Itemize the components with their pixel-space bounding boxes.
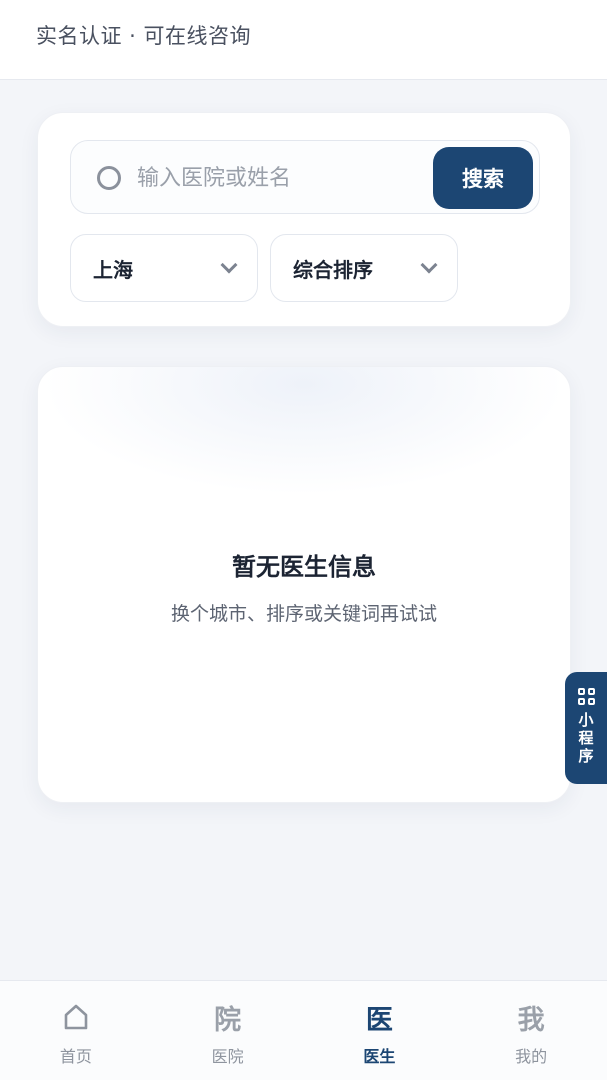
header-subtitle: 实名认证 · 可在线咨询 <box>36 24 252 48</box>
empty-state-title: 暂无医生信息 <box>232 553 376 581</box>
search-box[interactable]: 搜索 <box>70 140 540 214</box>
sort-select-value: 综合排序 <box>293 257 373 282</box>
mine-glyph-icon: 我 <box>517 1004 545 1036</box>
tab-hospital-label: 医院 <box>211 1047 244 1066</box>
doctor-list-empty-state: 暂无医生信息 换个城市、排序或关键词再试试 <box>37 366 571 803</box>
tab-hospital[interactable]: 院 医院 <box>152 981 304 1080</box>
chevron-down-icon <box>420 256 438 274</box>
tab-mine-label: 我的 <box>515 1047 548 1066</box>
empty-state-description: 换个城市、排序或关键词再试试 <box>170 603 437 625</box>
sort-select[interactable]: 综合排序 <box>270 234 458 302</box>
tab-doctor[interactable]: 医 医生 <box>304 981 456 1080</box>
tab-doctor-label: 医生 <box>363 1047 396 1066</box>
chevron-down-icon <box>220 256 238 274</box>
search-icon <box>97 166 121 190</box>
mini-program-label: 小程序 <box>578 711 594 765</box>
tab-mine[interactable]: 我 我的 <box>455 981 607 1080</box>
search-input[interactable] <box>137 151 427 205</box>
tab-home-label: 首页 <box>59 1047 92 1066</box>
home-icon <box>63 999 89 1035</box>
tab-home[interactable]: 首页 <box>0 981 152 1080</box>
qr-grid-icon <box>577 688 595 705</box>
app-header: 实名认证 · 可在线咨询 <box>0 0 607 80</box>
search-button[interactable]: 搜索 <box>433 147 533 209</box>
search-card: 搜索 上海 综合排序 <box>37 112 571 327</box>
mini-program-button[interactable]: 小程序 <box>565 672 607 784</box>
doctor-glyph-icon: 医 <box>365 1004 393 1036</box>
city-select-value: 上海 <box>93 257 133 282</box>
city-select[interactable]: 上海 <box>70 234 258 302</box>
bottom-tab-bar: 首页 院 医院 医 医生 我 我的 <box>0 980 607 1080</box>
hospital-glyph-icon: 院 <box>214 1004 242 1036</box>
